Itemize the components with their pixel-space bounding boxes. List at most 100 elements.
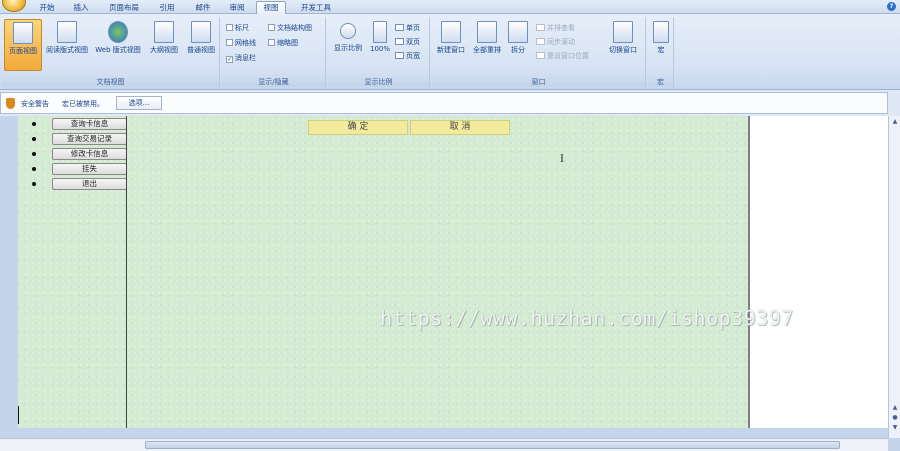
bullet-icon: [32, 152, 36, 156]
list-item: 挂失: [32, 163, 127, 177]
document-area: 查询卡信息 查询交易记录 修改卡信息 挂失 退出 确 定 取 消 I https…: [0, 116, 900, 451]
draft-icon: [191, 21, 211, 43]
draft-button[interactable]: 普通视图: [183, 19, 219, 71]
text-cursor: [18, 406, 19, 424]
new-window-icon: [441, 21, 461, 43]
print-layout-button[interactable]: 页面视图: [4, 19, 42, 71]
one-page-icon: [395, 24, 404, 31]
group-caption-zoom: 显示比例: [328, 77, 429, 87]
page-view-icon: [13, 22, 33, 44]
full-screen-reading-button[interactable]: 阅读版式视图: [44, 19, 90, 71]
arrange-all-button[interactable]: 全部重排: [470, 19, 504, 71]
split-icon: [508, 21, 528, 43]
side-by-side-icon: [536, 24, 545, 31]
ribbon: 页面视图 阅读版式视图 Web 版式视图 大纲视图 普通视图 文档视图 标尺 网…: [0, 14, 900, 90]
list-item: 查询卡信息: [32, 118, 127, 132]
scroll-up-icon[interactable]: ▲: [891, 118, 899, 126]
gridlines-checkbox[interactable]: 网格线: [226, 38, 256, 48]
group-show-hide: 标尺 网格线 ✓ 消息栏 文档结构图 缩略图 显示/隐藏: [222, 17, 326, 87]
tab-mailings[interactable]: 邮件: [190, 2, 216, 14]
zoom-100-button[interactable]: 100%: [367, 19, 393, 71]
thumbnails-checkbox[interactable]: 缩略图: [268, 38, 298, 48]
select-browse-object-icon[interactable]: ●: [891, 414, 899, 422]
split-button[interactable]: 拆分: [506, 19, 530, 71]
reading-view-icon: [57, 21, 77, 43]
document-map-checkbox[interactable]: 文档结构图: [268, 23, 312, 33]
ruler-checkbox[interactable]: 标尺: [226, 23, 249, 33]
exit-button[interactable]: 退出: [52, 178, 127, 190]
switch-window-icon: [613, 21, 633, 43]
outline-button[interactable]: 大纲视图: [146, 19, 182, 71]
tab-review[interactable]: 审阅: [224, 2, 250, 14]
confirm-button[interactable]: 确 定: [308, 120, 408, 135]
security-options-button[interactable]: 选项...: [116, 96, 162, 110]
list-item: 修改卡信息: [32, 148, 127, 162]
magnifier-icon: [340, 23, 356, 39]
macros-button[interactable]: 宏: [650, 19, 672, 71]
page-width-button[interactable]: 页宽: [395, 51, 420, 61]
bullet-icon: [32, 182, 36, 186]
security-warning-message: 宏已被禁用。: [62, 100, 104, 108]
horizontal-scroll-thumb[interactable]: [145, 441, 840, 449]
group-caption-show-hide: 显示/隐藏: [222, 77, 325, 87]
security-warning-bar: 安全警告 宏已被禁用。 选项...: [0, 92, 888, 114]
tab-insert[interactable]: 插入: [68, 2, 94, 14]
message-bar-checkbox[interactable]: ✓ 消息栏: [226, 53, 256, 63]
group-caption-document-views: 文档视图: [2, 77, 219, 87]
two-pages-icon: [395, 38, 404, 45]
tab-home[interactable]: 开始: [34, 2, 60, 14]
report-loss-button[interactable]: 挂失: [52, 163, 127, 175]
ibeam-icon: I: [560, 154, 564, 165]
column-divider: [126, 116, 127, 428]
group-zoom: 显示比例 100% 单页 双页 页宽 显示比例: [328, 17, 430, 87]
right-pane: [748, 116, 888, 428]
reset-position-icon: [536, 52, 545, 59]
two-pages-button[interactable]: 双页: [395, 37, 420, 47]
one-page-button[interactable]: 单页: [395, 23, 420, 33]
group-document-views: 页面视图 阅读版式视图 Web 版式视图 大纲视图 普通视图 文档视图: [2, 17, 220, 87]
security-warning-title: 安全警告: [21, 100, 49, 108]
group-caption-window: 窗口: [432, 77, 645, 87]
globe-icon: [108, 21, 128, 43]
page-width-icon: [395, 52, 404, 59]
reset-window-position-button[interactable]: 重设窗口位置: [536, 51, 589, 61]
tab-view[interactable]: 视图: [256, 1, 286, 15]
sync-scroll-button[interactable]: 同步滚动: [536, 37, 575, 47]
query-transactions-button[interactable]: 查询交易记录: [52, 133, 127, 145]
office-button[interactable]: [2, 0, 26, 12]
macros-icon: [653, 21, 669, 43]
zoom-button[interactable]: 显示比例: [330, 19, 366, 71]
sync-scroll-icon: [536, 38, 545, 45]
ribbon-tab-bar: 开始 插入 页面布局 引用 邮件 审阅 视图 开发工具 ?: [0, 0, 900, 15]
view-side-by-side-button[interactable]: 并排查看: [536, 23, 575, 33]
tab-references[interactable]: 引用: [154, 2, 180, 14]
query-card-info-button[interactable]: 查询卡信息: [52, 118, 127, 130]
new-window-button[interactable]: 新建窗口: [434, 19, 468, 71]
group-macros: 宏 宏: [648, 17, 674, 87]
cancel-button[interactable]: 取 消: [410, 120, 510, 135]
group-window: 新建窗口 全部重排 拆分 并排查看 同步滚动 重设窗口位置 切换窗口 窗口: [432, 17, 646, 87]
watermark: https://www.huzhan.com/ishop39397: [380, 306, 794, 330]
shield-icon: [6, 98, 15, 109]
vertical-scrollbar[interactable]: ▲ ▲ ● ▼: [888, 116, 900, 438]
horizontal-scrollbar[interactable]: [0, 438, 888, 451]
next-page-icon[interactable]: ▼: [891, 424, 899, 432]
tab-page-layout[interactable]: 页面布局: [104, 2, 144, 14]
bullet-icon: [32, 122, 36, 126]
tab-developer[interactable]: 开发工具: [296, 2, 336, 14]
arrange-all-icon: [477, 21, 497, 43]
document-page[interactable]: 查询卡信息 查询交易记录 修改卡信息 挂失 退出 确 定 取 消 I: [18, 116, 764, 428]
group-caption-macros: 宏: [648, 77, 673, 87]
list-item: 查询交易记录: [32, 133, 127, 147]
prev-page-icon[interactable]: ▲: [891, 404, 899, 412]
modify-card-info-button[interactable]: 修改卡信息: [52, 148, 127, 160]
list-item: 退出: [32, 178, 127, 192]
bullet-icon: [32, 137, 36, 141]
help-icon[interactable]: ?: [887, 2, 896, 11]
outline-icon: [154, 21, 174, 43]
nav-button-list: 查询卡信息 查询交易记录 修改卡信息 挂失 退出: [32, 118, 127, 193]
web-layout-button[interactable]: Web 版式视图: [92, 19, 144, 71]
bullet-icon: [32, 167, 36, 171]
page-100-icon: [373, 21, 387, 43]
switch-window-button[interactable]: 切换窗口: [604, 19, 642, 71]
